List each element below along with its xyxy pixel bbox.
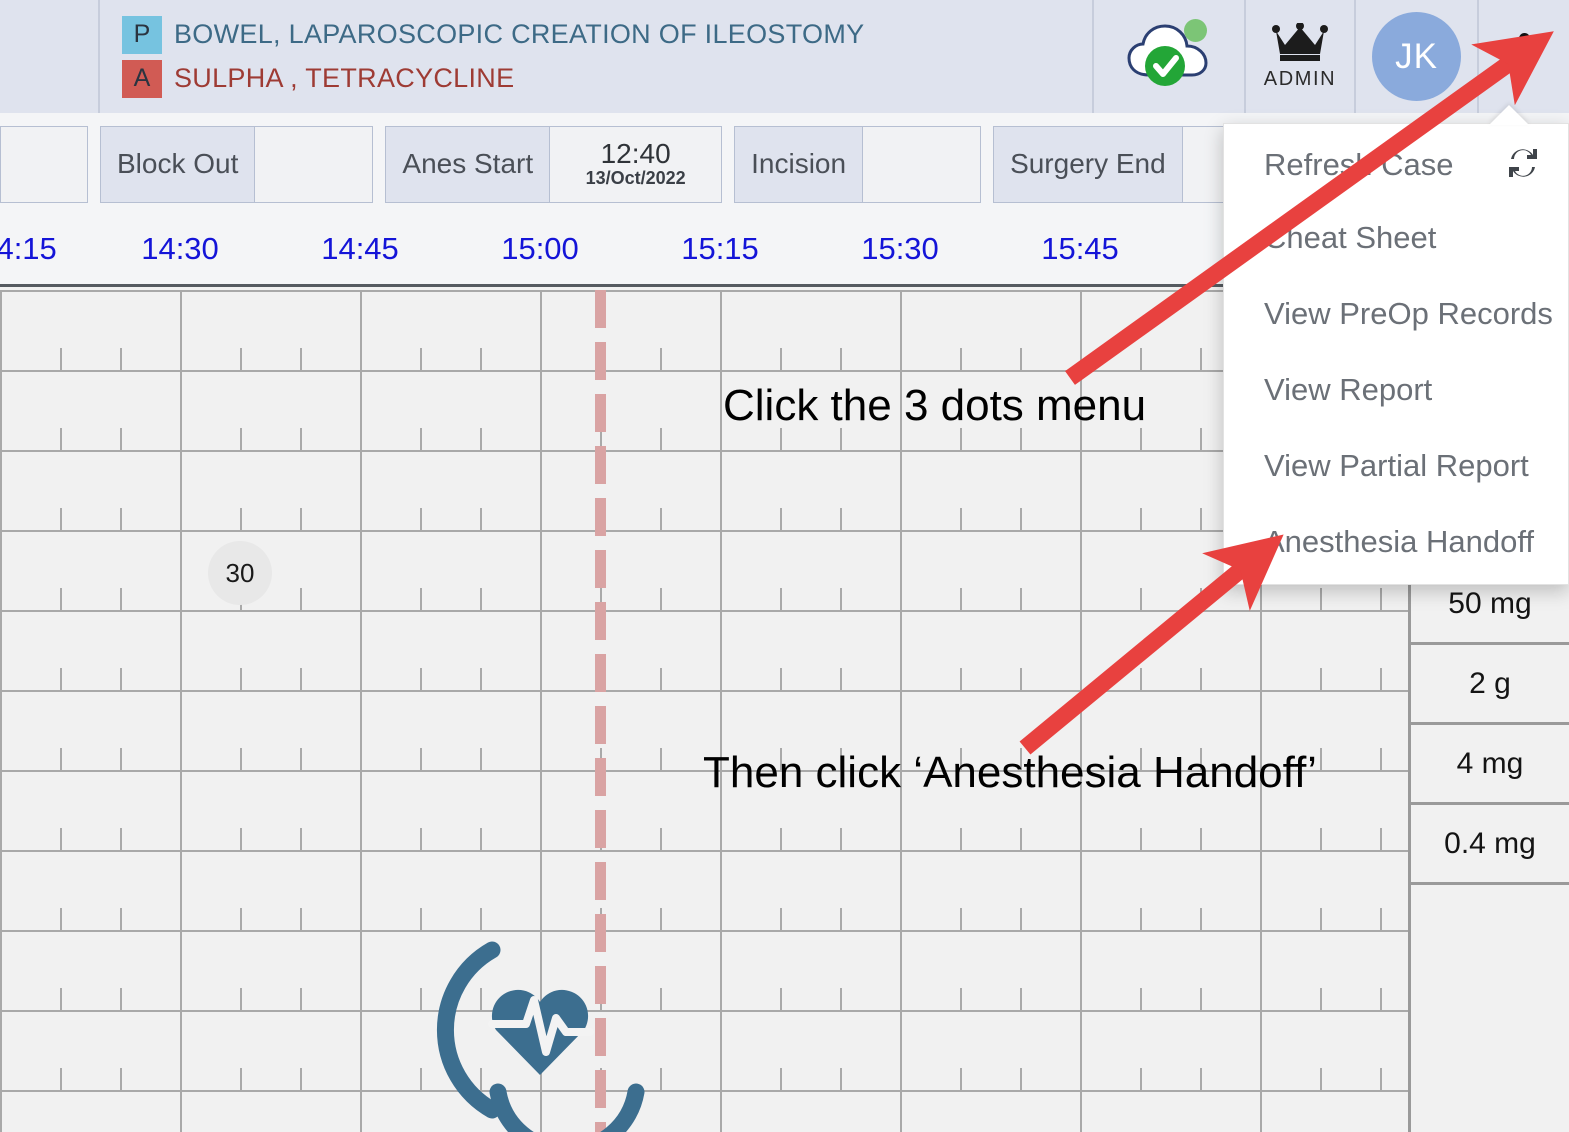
menu-item-label: View Report [1264,372,1433,407]
menu-item-refresh-case[interactable]: Refresh Case [1224,124,1568,200]
menu-item-label: Refresh Case [1264,147,1454,182]
menu-caret-icon [1489,105,1529,125]
refresh-icon[interactable] [1506,146,1540,185]
toolbar-label-anes-start: Anes Start [386,126,550,202]
menu-item-anesthesia-handoff[interactable]: Anesthesia Handoff [1224,504,1568,580]
three-dots-vertical-icon [1518,33,1530,80]
menu-item-view-partial-report[interactable]: View Partial Report [1224,428,1568,504]
procedure-badge: P [122,15,162,54]
toolbar-value-incision[interactable] [862,126,981,202]
admin-role-button[interactable]: ADMIN [1246,0,1356,113]
crown-icon [1272,21,1328,66]
user-avatar-button[interactable]: JK [1356,0,1479,113]
time-tick-label: 14:30 [141,231,219,266]
allergy-list: SULPHA , TETRACYCLINE [174,63,515,93]
time-tick-label: 15:15 [681,231,759,266]
anes-start-date: 13/Oct/2022 [585,168,686,189]
procedure-line: P BOWEL, LAPAROSCOPIC CREATION OF ILEOST… [122,15,1092,54]
time-tick-label: 15:45 [1041,231,1119,266]
case-info-panel[interactable]: P BOWEL, LAPAROSCOPIC CREATION OF ILEOST… [100,0,1094,113]
menu-item-cheat-sheet[interactable]: Cheat Sheet [1224,200,1568,276]
menu-item-view-preop-records[interactable]: View PreOp Records [1224,276,1568,352]
dose-row[interactable]: 4 mg [1411,725,1569,805]
time-tick-label: 14:15 [0,231,57,266]
time-tick-label: 15:30 [861,231,939,266]
online-status-dot [1184,19,1207,42]
toolbar-cell-block-out[interactable]: Block Out [100,125,374,203]
toolbar-cell-0[interactable] [0,125,88,203]
procedure-name: BOWEL, LAPAROSCOPIC CREATION OF ILEOSTOM… [174,19,865,49]
kebab-menu-button[interactable] [1479,0,1569,113]
menu-item-view-report[interactable]: View Report [1224,352,1568,428]
menu-item-label: View Partial Report [1264,448,1529,483]
toolbar-cell-anes-start[interactable]: Anes Start 12:40 13/Oct/2022 [385,125,723,203]
toolbar-value-anes-start[interactable]: 12:40 13/Oct/2022 [549,126,722,202]
admin-label: ADMIN [1263,67,1337,90]
avatar: JK [1372,12,1461,101]
dose-row[interactable]: 2 g [1411,645,1569,725]
anes-start-time: 12:40 [600,137,671,169]
sync-status-button[interactable] [1094,0,1246,113]
toolbar-label-incision: Incision [735,126,863,202]
app-header: P BOWEL, LAPAROSCOPIC CREATION OF ILEOST… [0,0,1569,113]
annotation-click-kebab: Click the 3 dots menu [723,381,1147,430]
toolbar-label-block-out: Block Out [101,126,255,202]
header-left-spacer [0,0,100,113]
allergy-badge: A [122,59,162,98]
data-point-bubble[interactable]: 30 [208,541,272,605]
dose-row[interactable]: 0.4 mg [1411,805,1569,885]
menu-item-label: View PreOp Records [1264,296,1553,331]
menu-item-label: Anesthesia Handoff [1264,524,1535,559]
kebab-dropdown-menu[interactable]: Refresh Case Cheat Sheet View PreOp Record… [1223,123,1569,585]
time-tick-label: 14:45 [321,231,399,266]
toolbar-label-surgery-end: Surgery End [994,126,1182,202]
toolbar-cell-incision[interactable]: Incision [734,125,982,203]
annotation-click-handoff: Then click ‘Anesthesia Handoff’ [703,748,1317,797]
allergy-line: A SULPHA , TETRACYCLINE [122,59,1092,98]
toolbar-value-block-out[interactable] [254,126,373,202]
heartbeat-spinner-icon [430,920,650,1132]
time-tick-label: 15:00 [501,231,579,266]
toolbar-value-0[interactable] [1,126,87,202]
menu-item-label: Cheat Sheet [1264,220,1437,255]
